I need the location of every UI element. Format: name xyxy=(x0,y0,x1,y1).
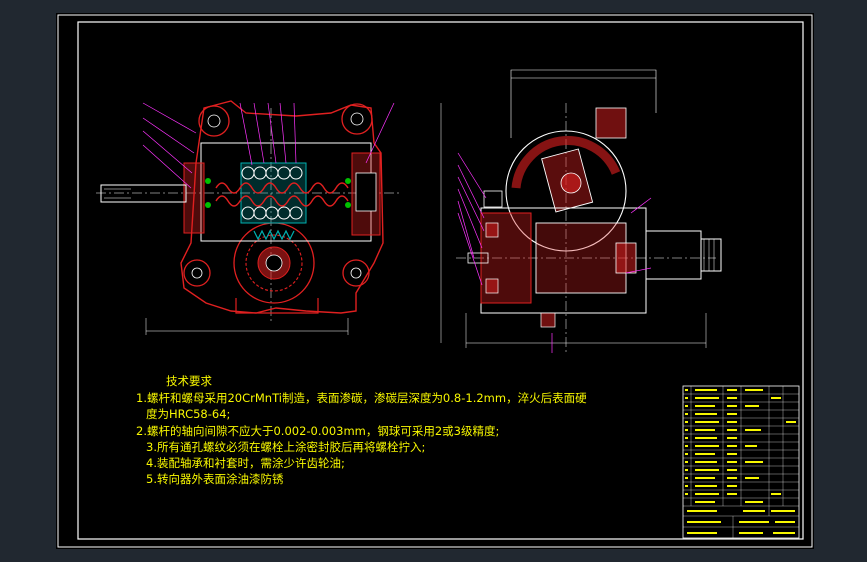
leader-line xyxy=(279,102,287,164)
bushing xyxy=(615,242,637,274)
bottom-right-bolt-hole xyxy=(350,267,362,279)
parts-list-illegible-text xyxy=(687,389,796,534)
worm-section xyxy=(560,172,582,194)
drain-plug xyxy=(540,312,556,328)
top-right-boss xyxy=(341,103,373,135)
top-left-bolt-hole xyxy=(207,114,221,128)
ball-nut xyxy=(240,162,307,224)
leader-line xyxy=(457,176,485,232)
bearing-marker xyxy=(205,202,211,208)
bearing-marker xyxy=(345,178,351,184)
requirement-4: 4.装配轴承和衬套时，需涂少许齿轮油; xyxy=(146,456,345,471)
bearing-marker xyxy=(205,178,211,184)
leader-line xyxy=(457,212,483,286)
parts-list-table xyxy=(682,385,800,539)
cad-viewport[interactable]: 技术要求 1.螺杆和螺母采用20CrMnTi制造，表面渗碳，渗碳层深度为0.8-… xyxy=(0,0,867,562)
sector-shaft-bore xyxy=(265,254,283,272)
leader-line xyxy=(142,117,195,154)
right-section-view xyxy=(440,69,722,353)
cover-bolt xyxy=(485,222,499,238)
leader-line xyxy=(630,197,652,214)
technical-requirements-title: 技术要求 xyxy=(166,374,212,388)
leader-line xyxy=(457,152,487,199)
cover-bolt xyxy=(485,278,499,294)
top-right-bolt-hole xyxy=(350,112,364,126)
drawing-sheet: 技术要求 1.螺杆和螺母采用20CrMnTi制造，表面渗碳，渗碳层深度为0.8-… xyxy=(56,13,814,549)
sector-shaft-section xyxy=(535,222,627,294)
top-left-boss xyxy=(198,105,230,137)
requirement-1-continued: 度为HRC58-64; xyxy=(146,407,231,422)
leader-line xyxy=(457,188,483,249)
bottom-left-boss xyxy=(183,259,211,287)
input-shaft xyxy=(100,184,187,203)
leader-line xyxy=(142,102,197,134)
leader-line xyxy=(267,102,277,164)
right-end-recess xyxy=(355,172,377,212)
bottom-right-boss xyxy=(342,259,370,287)
bottom-left-bolt-hole xyxy=(191,267,203,279)
bearing-marker xyxy=(345,202,351,208)
requirement-5: 5.转向器外表面涂油漆防锈 xyxy=(146,472,284,487)
technical-requirements: 技术要求 1.螺杆和螺母采用20CrMnTi制造，表面渗碳，渗碳层深度为0.8-… xyxy=(136,373,676,487)
leader-line xyxy=(457,164,485,219)
left-section-view xyxy=(96,100,401,335)
left-end-cap xyxy=(183,162,205,234)
requirement-1: 1.螺杆和螺母采用20CrMnTi制造，表面渗碳，渗碳层深度为0.8-1.2mm… xyxy=(136,391,587,406)
leader-line xyxy=(253,102,265,164)
bearing-cap-bolt xyxy=(483,190,503,208)
requirement-3: 3.所有通孔螺纹必须在螺栓上涂密封胶后再将螺栓拧入; xyxy=(146,439,426,454)
top-mounting-boss xyxy=(595,107,627,139)
requirement-2: 2.螺杆的轴向间隙不应大于0.002-0.003mm，钢球可采用2或3级精度; xyxy=(136,423,500,438)
top-dimension-frame xyxy=(510,69,657,138)
leader-line xyxy=(293,102,297,164)
output-shaft xyxy=(645,230,702,280)
